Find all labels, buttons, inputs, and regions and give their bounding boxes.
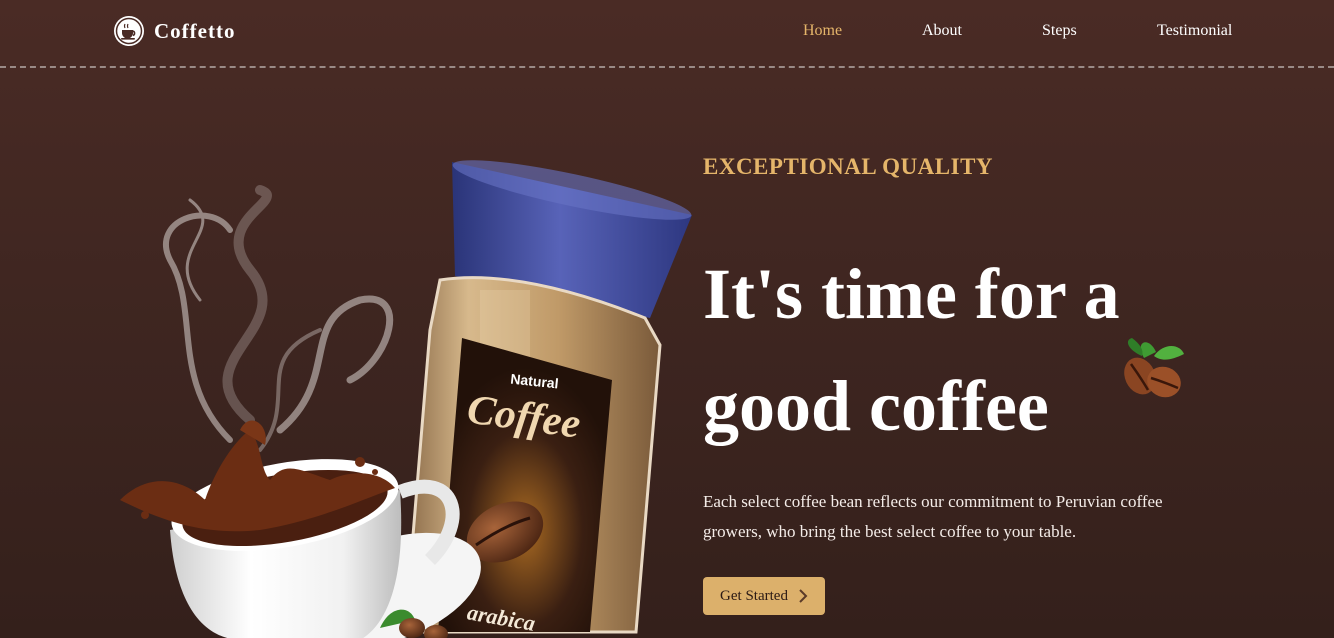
hero-eyebrow: EXCEPTIONAL QUALITY: [703, 154, 994, 179]
nav-link-steps[interactable]: Steps: [1042, 22, 1077, 40]
hero-illustration: Natural Coffee arabica: [120, 160, 692, 638]
nav-link-home[interactable]: Home: [803, 22, 842, 40]
hero-headline-line1: It's time for a: [703, 254, 1120, 334]
get-started-label: Get Started: [720, 587, 788, 604]
hero-headline-line2: good coffee: [703, 366, 1049, 446]
nav-link-about[interactable]: About: [922, 22, 962, 40]
coffee-beans-icon: [1124, 338, 1184, 398]
nav-link-testimonial[interactable]: Testimonial: [1157, 22, 1232, 40]
chevron-right-icon: [799, 589, 808, 603]
hero-description: Each select coffee bean reflects our com…: [703, 492, 1163, 541]
get-started-button[interactable]: Get Started: [703, 577, 825, 615]
steam-smoke: [163, 185, 393, 452]
